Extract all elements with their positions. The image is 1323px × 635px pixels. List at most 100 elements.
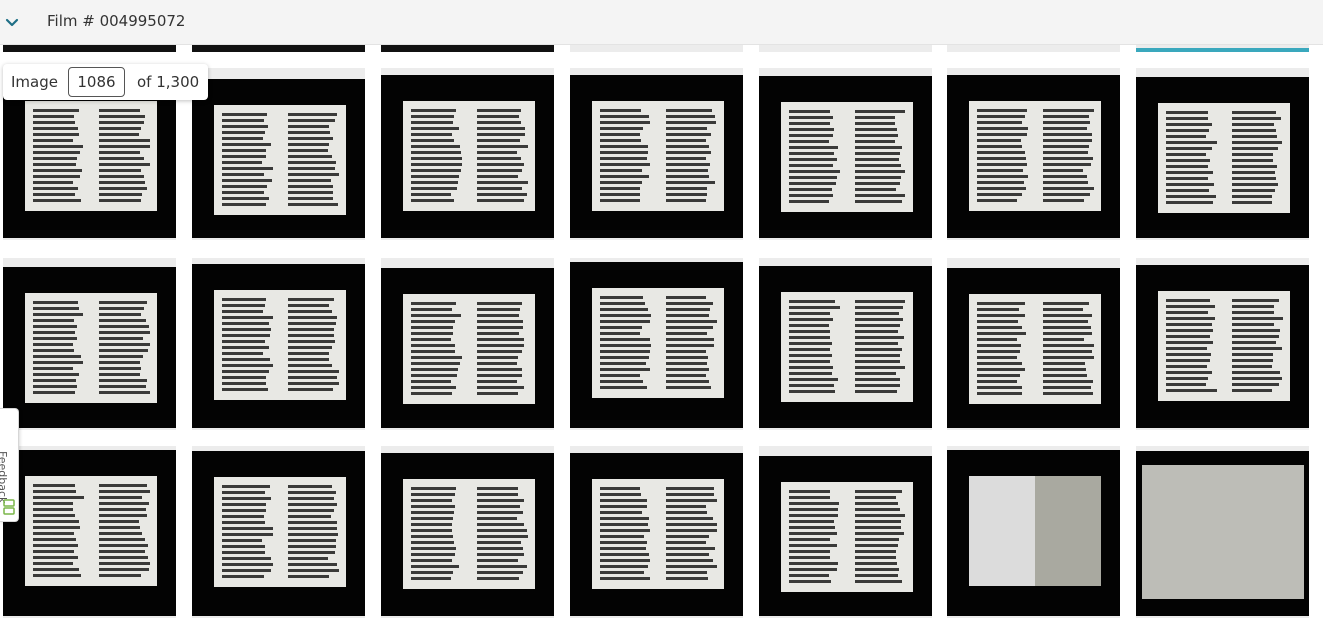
text-line (855, 134, 898, 137)
feedback-tab[interactable]: Feedback (0, 408, 19, 522)
text-line (99, 151, 140, 154)
text-line (855, 520, 901, 523)
text-line (477, 350, 522, 353)
text-line (222, 131, 265, 134)
text-line (600, 356, 649, 359)
thumbnail[interactable] (570, 258, 743, 430)
thumbnail-strip[interactable] (1136, 45, 1309, 52)
text-line (477, 571, 523, 574)
text-line (977, 109, 1027, 112)
text-line (288, 185, 333, 188)
text-line (666, 571, 707, 574)
text-line (411, 181, 458, 184)
thumbnail[interactable] (192, 446, 365, 618)
text-line (99, 301, 147, 304)
thumbnail-strip[interactable] (947, 45, 1120, 52)
chevron-down-icon[interactable] (4, 14, 20, 30)
thumbnail[interactable] (381, 258, 554, 430)
text-line (789, 194, 833, 197)
text-line (666, 151, 711, 154)
text-line (666, 541, 706, 544)
text-line (600, 187, 640, 190)
thumbnail[interactable] (570, 68, 743, 240)
thumbnail[interactable] (947, 446, 1120, 618)
thumbnail[interactable] (759, 446, 932, 618)
text-line (666, 320, 717, 323)
text-line (1166, 359, 1210, 362)
thumbnail[interactable] (1136, 258, 1309, 430)
text-line (855, 146, 902, 149)
text-line (222, 551, 265, 554)
text-line (855, 544, 898, 547)
text-line (789, 526, 835, 529)
thumbnail-strip[interactable] (381, 45, 554, 52)
thumbnail[interactable] (192, 258, 365, 430)
thumbnail[interactable] (947, 68, 1120, 240)
text-line (99, 367, 141, 370)
thumbnail-strip[interactable] (192, 45, 365, 52)
text-line (288, 352, 329, 355)
text-line (789, 128, 834, 131)
text-line (222, 173, 264, 176)
thumbnail[interactable] (381, 446, 554, 618)
image-number-input[interactable] (67, 67, 125, 97)
text-line (600, 565, 648, 568)
thumbnail[interactable] (947, 258, 1120, 430)
text-line (600, 175, 649, 178)
thumbnail[interactable] (759, 258, 932, 430)
text-line (222, 509, 266, 512)
text-line (977, 115, 1025, 118)
text-line (666, 163, 710, 166)
text-line (977, 386, 1022, 389)
text-line (600, 577, 650, 580)
thumbnail[interactable] (570, 446, 743, 618)
text-line (600, 499, 647, 502)
text-line (477, 151, 517, 154)
text-line (288, 569, 339, 572)
text-line (222, 179, 272, 182)
thumbnail[interactable] (381, 68, 554, 240)
text-line (1232, 153, 1273, 156)
thumbnail[interactable] (1136, 68, 1309, 240)
text-line (600, 362, 646, 365)
thumbnail[interactable] (759, 68, 932, 240)
thumbnail[interactable] (1136, 446, 1309, 618)
text-line (411, 332, 453, 335)
text-line (411, 541, 454, 544)
text-line (977, 175, 1028, 178)
text-line (600, 535, 644, 538)
text-line (855, 550, 896, 553)
text-line (789, 520, 834, 523)
text-line (600, 302, 645, 305)
text-line (1043, 133, 1092, 136)
thumbnail[interactable] (3, 258, 176, 430)
thumbnail-strip[interactable] (3, 45, 176, 52)
text-line (1043, 151, 1088, 154)
text-line (1043, 350, 1092, 353)
text-line (222, 358, 270, 361)
text-line (288, 298, 334, 301)
text-line (99, 139, 150, 142)
text-line (977, 199, 1017, 202)
text-line (977, 392, 1022, 395)
text-line (1166, 311, 1208, 314)
image-navigator: Image of 1,300 (3, 64, 208, 100)
thumbnail-strip[interactable] (759, 45, 932, 52)
text-line (222, 352, 263, 355)
text-line (1043, 127, 1087, 130)
text-line (600, 151, 648, 154)
text-line (99, 385, 146, 388)
text-line (1043, 320, 1088, 323)
text-line (1043, 338, 1084, 341)
manuscript-page (1035, 476, 1101, 586)
text-line (855, 200, 902, 203)
text-line (1232, 371, 1280, 374)
text-line (666, 127, 707, 130)
text-line (600, 505, 647, 508)
thumbnail[interactable] (3, 446, 176, 618)
text-line (855, 538, 899, 541)
text-line (789, 366, 833, 369)
thumbnail-strip[interactable] (570, 45, 743, 52)
thumbnail[interactable] (192, 68, 365, 240)
text-line (477, 139, 520, 142)
